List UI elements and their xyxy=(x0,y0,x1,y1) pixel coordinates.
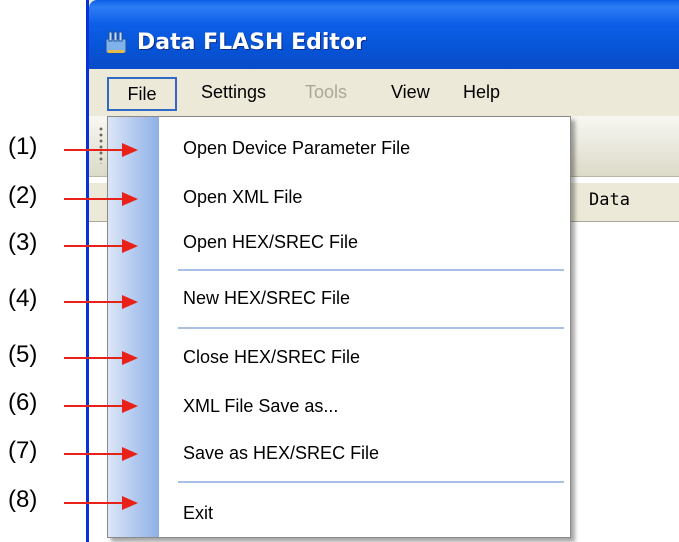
annotation-label: (8) xyxy=(8,486,38,513)
menu-item-new-hex-srec-file[interactable]: New HEX/SREC File xyxy=(183,288,350,309)
annotation-label: (3) xyxy=(8,229,38,256)
menu-item-exit[interactable]: Exit xyxy=(183,503,213,524)
app-icon xyxy=(105,31,127,54)
menu-item-close-hex-srec-file[interactable]: Close HEX/SREC File xyxy=(183,347,360,368)
menu-item-open-hex-srec-file[interactable]: Open HEX/SREC File xyxy=(183,232,358,253)
window-title: Data FLASH Editor xyxy=(137,30,366,55)
menu-separator xyxy=(178,481,564,483)
menu-item-open-device-parameter-file[interactable]: Open Device Parameter File xyxy=(183,138,410,159)
menu-separator xyxy=(178,327,564,329)
arrow-icon xyxy=(64,447,138,461)
menu-tools: Tools xyxy=(305,82,348,102)
arrow-icon xyxy=(64,496,138,510)
menu-item-save-as-hex-srec-file[interactable]: Save as HEX/SREC File xyxy=(183,443,379,464)
menu-item-xml-file-save-as[interactable]: XML File Save as... xyxy=(183,396,338,417)
annotation-label: (6) xyxy=(8,389,38,416)
menu-bar: File Settings Tools View Help xyxy=(89,71,679,114)
column-header-data[interactable]: Data xyxy=(589,190,630,210)
menu-help[interactable]: Help xyxy=(463,77,500,107)
arrow-icon xyxy=(64,295,138,309)
arrow-icon xyxy=(64,143,138,157)
title-bar[interactable]: Data FLASH Editor xyxy=(89,0,679,69)
file-menu-dropdown: Open Device Parameter File Open XML File… xyxy=(107,116,571,538)
menu-separator xyxy=(178,269,564,271)
arrow-icon xyxy=(64,239,138,253)
menu-item-open-xml-file[interactable]: Open XML File xyxy=(183,187,302,208)
menu-icon-strip xyxy=(108,117,159,537)
menu-view[interactable]: View xyxy=(391,77,430,107)
arrow-icon xyxy=(64,399,138,413)
annotation-label: (5) xyxy=(8,341,38,368)
arrow-icon xyxy=(64,351,138,365)
annotation-label: (2) xyxy=(8,182,38,209)
menu-file[interactable]: File xyxy=(107,77,177,111)
annotation-label: (7) xyxy=(8,437,38,464)
arrow-icon xyxy=(64,192,138,206)
annotation-label: (1) xyxy=(8,133,38,160)
menu-settings[interactable]: Settings xyxy=(201,77,266,107)
annotation-label: (4) xyxy=(8,285,38,312)
